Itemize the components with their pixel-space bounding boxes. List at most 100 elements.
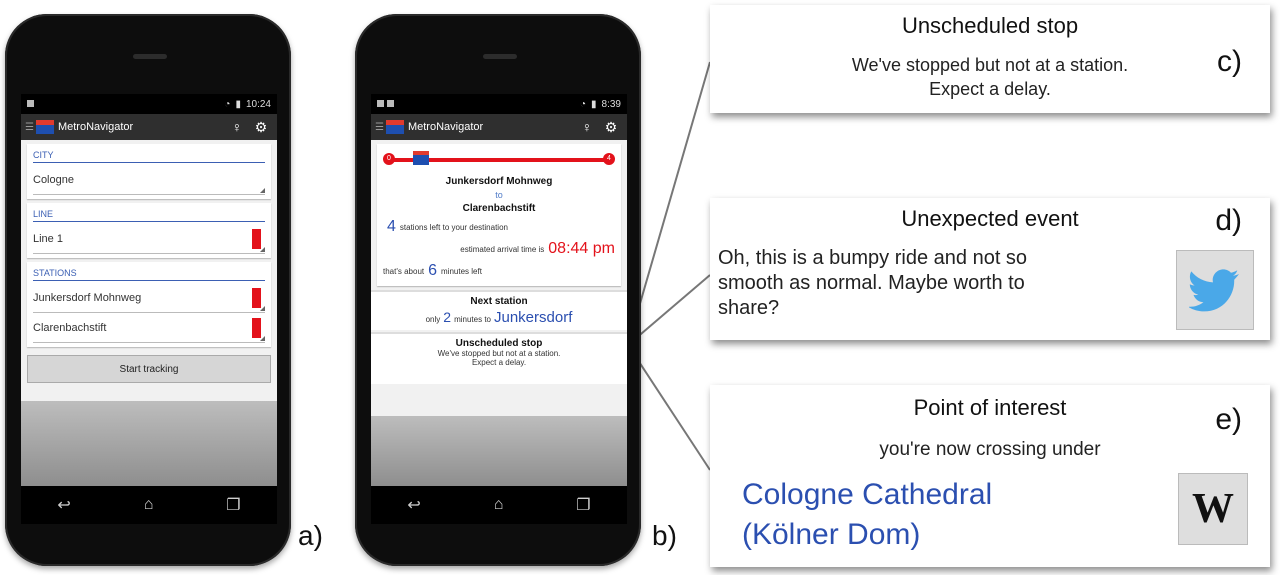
stations-left-row: 4 stations left to your destination: [383, 218, 615, 236]
from-station-value: Junkersdorf Mohnweg: [33, 291, 142, 304]
unscheduled-line2: Expect a delay.: [471, 358, 527, 367]
train-icon: [413, 151, 429, 165]
line-color-marker: [252, 228, 261, 249]
figure-stage: ◔ ▮ 10:24 ☰ MetroNavigator ♀ ⚙ CITY Colo…: [0, 0, 1280, 575]
unscheduled-stop-card: Unscheduled stop We've stopped but not a…: [371, 332, 627, 384]
callout-unexpected-event: Unexpected event Oh, this is a bumpy rid…: [710, 198, 1270, 340]
callout-d-line2: smooth as normal. Maybe worth to: [718, 272, 1025, 294]
twitter-share-button[interactable]: [1176, 250, 1254, 330]
line-value: Line 1: [33, 232, 63, 245]
callout-d-line3: share?: [718, 297, 780, 319]
wifi-icon: ◔: [579, 98, 587, 110]
badge-icon[interactable]: ♀: [575, 119, 599, 135]
route-start-dot: 0: [383, 153, 395, 165]
recents-icon[interactable]: ❐: [226, 495, 240, 515]
back-icon[interactable]: ↩: [57, 495, 70, 515]
action-bar: ☰ MetroNavigator ♀ ⚙: [21, 114, 277, 140]
app-logo-icon: [385, 120, 404, 134]
city-select[interactable]: Cologne: [33, 165, 265, 195]
screen-a: ◔ ▮ 10:24 ☰ MetroNavigator ♀ ⚙ CITY Colo…: [21, 94, 277, 524]
screen-b: ◔ ▮ 8:39 ☰ MetroNavigator ♀ ⚙ 0 4 Junker…: [371, 94, 627, 524]
drawer-icon[interactable]: ☰: [375, 122, 384, 133]
background-texture: [371, 416, 627, 486]
unscheduled-header: Unscheduled stop: [455, 338, 543, 349]
phone-b: ◔ ▮ 8:39 ☰ MetroNavigator ♀ ⚙ 0 4 Junker…: [355, 14, 641, 566]
trip-card: 0 4 Junkersdorf Mohnweg to Clarenbachsti…: [377, 144, 621, 286]
route-end-dot: 4: [603, 153, 615, 165]
line-header: LINE: [33, 207, 265, 222]
dropdown-corner-icon: [260, 306, 265, 311]
to-station-value: Clarenbachstift: [33, 321, 107, 334]
settings-sliders-icon[interactable]: ⚙: [249, 119, 273, 136]
drawer-icon[interactable]: ☰: [25, 122, 34, 133]
station-color-marker: [252, 287, 261, 308]
callout-point-of-interest: Point of interest you're now crossing un…: [710, 385, 1270, 567]
about-suffix: minutes left: [441, 266, 482, 276]
label-b: b): [652, 520, 677, 551]
wikipedia-icon: W: [1192, 486, 1234, 532]
nav-bar: ↩ ⌂ ❐: [21, 486, 277, 524]
nav-bar: ↩ ⌂ ❐: [371, 486, 627, 524]
action-bar: ☰ MetroNavigator ♀ ⚙: [371, 114, 627, 140]
stations-left-text: stations left to your destination: [399, 222, 508, 232]
phone-a: ◔ ▮ 10:24 ☰ MetroNavigator ♀ ⚙ CITY Colo…: [5, 14, 291, 566]
status-bar: ◔ ▮ 8:39: [371, 94, 627, 114]
home-icon[interactable]: ⌂: [494, 496, 504, 514]
notification-icon: [387, 99, 394, 107]
back-icon[interactable]: ↩: [407, 495, 420, 515]
arrival-time: 08:44 pm: [548, 240, 615, 257]
twitter-bird-icon: [1189, 269, 1239, 312]
from-station-select[interactable]: Junkersdorf Mohnweg: [33, 283, 265, 313]
next-destination: Junkersdorf: [494, 309, 573, 326]
wifi-icon: ◔: [224, 98, 231, 110]
wikipedia-link-button[interactable]: W: [1178, 473, 1248, 545]
recents-icon[interactable]: ❐: [576, 495, 590, 515]
minutes-left-row: that's about 6 minutes left: [383, 262, 615, 280]
callout-e-subtitle: you're now crossing under: [879, 439, 1101, 460]
next-station-row: only 2 minutes to Junkersdorf: [377, 309, 621, 326]
battery-icon: ▮: [591, 98, 597, 110]
status-bar: ◔ ▮ 10:24: [21, 94, 277, 114]
speaker-grille: [483, 54, 517, 59]
stations-left-count: 4: [387, 218, 396, 235]
label-a: a): [298, 520, 323, 551]
callout-c-line2: Expect a delay.: [929, 79, 1051, 99]
poi-name-line2[interactable]: (Kölner Dom): [742, 517, 1142, 553]
notification-icon: [27, 99, 34, 107]
minutes-left-count: 6: [428, 262, 438, 279]
callout-e-title: Point of interest: [913, 395, 1067, 420]
battery-icon: ▮: [235, 98, 241, 110]
settings-sliders-icon[interactable]: ⚙: [599, 119, 623, 136]
dropdown-corner-icon: [260, 336, 265, 341]
to-word: to: [495, 190, 503, 200]
callout-c-line1: We've stopped but not at a station.: [851, 55, 1129, 75]
city-card: CITY Cologne: [27, 144, 271, 199]
city-value: Cologne: [33, 173, 74, 186]
label-e: e): [1215, 403, 1242, 436]
start-tracking-button[interactable]: Start tracking: [27, 355, 271, 383]
to-station-select[interactable]: Clarenbachstift: [33, 313, 265, 343]
stations-header: STATIONS: [33, 266, 265, 281]
callout-d-line1: Oh, this is a bumpy ride and not so: [718, 247, 1028, 269]
line-select[interactable]: Line 1: [33, 224, 265, 254]
to-station: Clarenbachstift: [462, 203, 536, 214]
next-station-header: Next station: [470, 296, 528, 307]
app-logo-icon: [35, 120, 54, 134]
badge-icon[interactable]: ♀: [225, 119, 249, 135]
poi-name-line1[interactable]: Cologne Cathedral: [742, 477, 1142, 513]
next-only: only: [425, 315, 441, 324]
route-progress: 0 4: [383, 150, 615, 170]
arrival-row: estimated arrival time is 08:44 pm: [383, 240, 615, 258]
stations-card: STATIONS Junkersdorf Mohnweg Clarenbachs…: [27, 262, 271, 347]
background-texture: [21, 401, 277, 486]
speaker-grille: [133, 54, 167, 59]
notification-icon: [377, 99, 384, 107]
line-card: LINE Line 1: [27, 203, 271, 258]
about-prefix: that's about: [383, 266, 425, 276]
app-title: MetroNavigator: [407, 121, 484, 133]
home-icon[interactable]: ⌂: [144, 496, 154, 514]
next-station-card: Next station only 2 minutes to Junkersdo…: [371, 290, 627, 330]
label-c: c): [1217, 45, 1242, 78]
next-minutes-text: minutes to: [454, 315, 491, 324]
label-d: d): [1215, 204, 1242, 237]
